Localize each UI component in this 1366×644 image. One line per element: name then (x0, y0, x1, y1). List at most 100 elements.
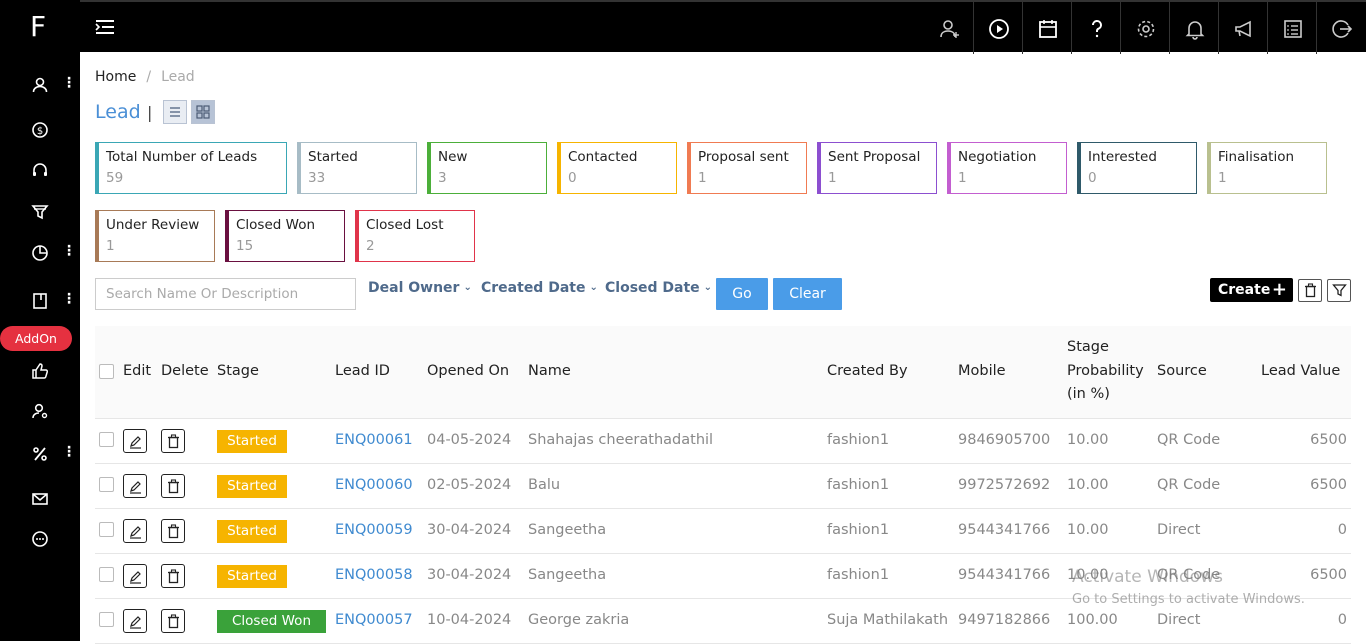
card-value: 59 (106, 170, 124, 186)
delete-button[interactable] (161, 429, 185, 453)
deal-owner-label: Deal Owner (368, 280, 460, 296)
menu-toggle-icon[interactable] (94, 17, 116, 37)
card-contacted[interactable]: Contacted 0 (557, 142, 677, 194)
header-stage[interactable]: Stage (217, 360, 259, 384)
lead-id-link[interactable]: ENQ00059 (335, 522, 413, 538)
edit-button[interactable] (123, 609, 147, 633)
edit-button[interactable] (123, 519, 147, 543)
sidebar-item-team[interactable] (0, 395, 80, 425)
created-date-dropdown[interactable]: Created Date ⌄ (481, 280, 598, 296)
card-total-leads[interactable]: Total Number of Leads 59 (95, 142, 287, 194)
logout-button[interactable] (1316, 2, 1365, 54)
sidebar-item-contacts[interactable]: ⋮ (0, 69, 80, 99)
delete-button[interactable] (161, 519, 185, 543)
edit-button[interactable] (123, 474, 147, 498)
page-title: Lead (95, 101, 141, 123)
sidebar-item-documents[interactable]: ⋮ (0, 285, 80, 315)
list-view-button[interactable] (163, 100, 187, 124)
closed-date-dropdown[interactable]: Closed Date ⌄ (605, 280, 712, 296)
card-proposal-sent[interactable]: Proposal sent 1 (687, 142, 807, 194)
search-input[interactable] (95, 278, 356, 310)
card-finalisation[interactable]: Finalisation 1 (1207, 142, 1327, 194)
notifications-button[interactable] (1169, 2, 1218, 54)
created-by-cell: Suja Mathilakath (827, 612, 949, 628)
sidebar-item-support[interactable] (0, 154, 80, 184)
lead-id-link[interactable]: ENQ00060 (335, 477, 413, 493)
row-checkbox[interactable] (99, 612, 114, 627)
addon-button[interactable]: AddOn (0, 326, 72, 351)
card-closed-won[interactable]: Closed Won 15 (225, 210, 345, 262)
sidebar-item-reports[interactable]: ⋮ (0, 237, 80, 267)
lead-id-link[interactable]: ENQ00058 (335, 567, 413, 583)
sidebar-item-chat[interactable] (0, 523, 80, 553)
edit-button[interactable] (123, 429, 147, 453)
delete-button[interactable] (161, 474, 185, 498)
deal-owner-dropdown[interactable]: Deal Owner ⌄ (368, 280, 472, 296)
lead-id-link[interactable]: ENQ00061 (335, 432, 413, 448)
funnel-icon (31, 205, 49, 220)
header-opened-on[interactable]: Opened On (427, 360, 509, 384)
mobile-cell: 9846905700 (958, 432, 1051, 448)
trash-icon (168, 569, 179, 584)
more-vertical-icon[interactable]: ⋮ (62, 241, 76, 261)
percent-icon (33, 447, 47, 461)
table-row[interactable]: Started ENQ00059 30-04-2024 Sangeetha fa… (95, 509, 1351, 554)
activation-watermark-subtitle: Go to Settings to activate Windows. (1072, 592, 1305, 607)
name-cell: Sangeetha (528, 522, 607, 538)
card-interested[interactable]: Interested 0 (1077, 142, 1197, 194)
more-vertical-icon[interactable]: ⋮ (62, 442, 76, 462)
header-stage-probability[interactable]: Stage Probability (in %) (1067, 336, 1144, 407)
go-button[interactable]: Go (716, 278, 768, 310)
row-checkbox[interactable] (99, 567, 114, 582)
header-lead-value[interactable]: Lead Value (1261, 360, 1340, 384)
create-button[interactable]: Create + (1210, 278, 1293, 302)
bulk-delete-button[interactable] (1298, 279, 1322, 302)
table-row[interactable]: Started ENQ00060 02-05-2024 Balu fashion… (95, 464, 1351, 509)
row-checkbox[interactable] (99, 477, 114, 492)
source-cell: Direct (1157, 522, 1201, 538)
row-checkbox[interactable] (99, 522, 114, 537)
table-row[interactable]: Started ENQ00061 04-05-2024 Shahajas che… (95, 419, 1351, 464)
announcements-button[interactable] (1218, 2, 1267, 54)
header-name[interactable]: Name (528, 360, 571, 384)
card-negotiation[interactable]: Negotiation 1 (947, 142, 1067, 194)
header-created-by[interactable]: Created By (827, 360, 908, 384)
card-under-review[interactable]: Under Review 1 (95, 210, 215, 262)
card-started[interactable]: Started 33 (297, 142, 417, 194)
breadcrumb-home[interactable]: Home (95, 69, 136, 85)
settings-button[interactable] (1120, 2, 1169, 54)
more-vertical-icon[interactable]: ⋮ (62, 289, 76, 309)
delete-button[interactable] (161, 609, 185, 633)
probability-cell: 10.00 (1067, 522, 1109, 538)
card-label: Contacted (568, 149, 638, 165)
card-new[interactable]: New 3 (427, 142, 547, 194)
card-closed-lost[interactable]: Closed Lost 2 (355, 210, 475, 262)
sidebar-item-discounts[interactable]: ⋮ (0, 438, 80, 468)
header-lead-id[interactable]: Lead ID (335, 360, 390, 384)
sidebar-item-filter[interactable] (0, 196, 80, 226)
edit-button[interactable] (123, 564, 147, 588)
mobile-cell: 9544341766 (958, 567, 1051, 583)
help-button[interactable] (1071, 2, 1120, 54)
header-mobile[interactable]: Mobile (958, 360, 1006, 384)
select-all-checkbox[interactable] (99, 364, 114, 379)
header-source[interactable]: Source (1157, 360, 1207, 384)
clear-button[interactable]: Clear (773, 278, 842, 310)
sidebar-item-sales[interactable]: $ (0, 114, 80, 144)
card-sent-proposal[interactable]: Sent Proposal 1 (817, 142, 937, 194)
delete-button[interactable] (161, 564, 185, 588)
sidebar-item-feedback[interactable] (0, 355, 80, 385)
trash-icon (168, 524, 179, 539)
trash-icon (168, 479, 179, 494)
tasks-button[interactable] (1267, 2, 1316, 54)
advanced-filter-button[interactable] (1327, 279, 1351, 302)
more-vertical-icon[interactable]: ⋮ (62, 73, 76, 93)
lead-id-link[interactable]: ENQ00057 (335, 612, 413, 628)
row-checkbox[interactable] (99, 432, 114, 447)
sidebar-item-mail[interactable] (0, 483, 80, 513)
grid-view-button[interactable] (191, 100, 215, 124)
play-button[interactable] (973, 2, 1022, 54)
add-user-button[interactable] (924, 2, 973, 54)
mail-icon (32, 493, 48, 505)
calendar-button[interactable] (1022, 2, 1071, 54)
